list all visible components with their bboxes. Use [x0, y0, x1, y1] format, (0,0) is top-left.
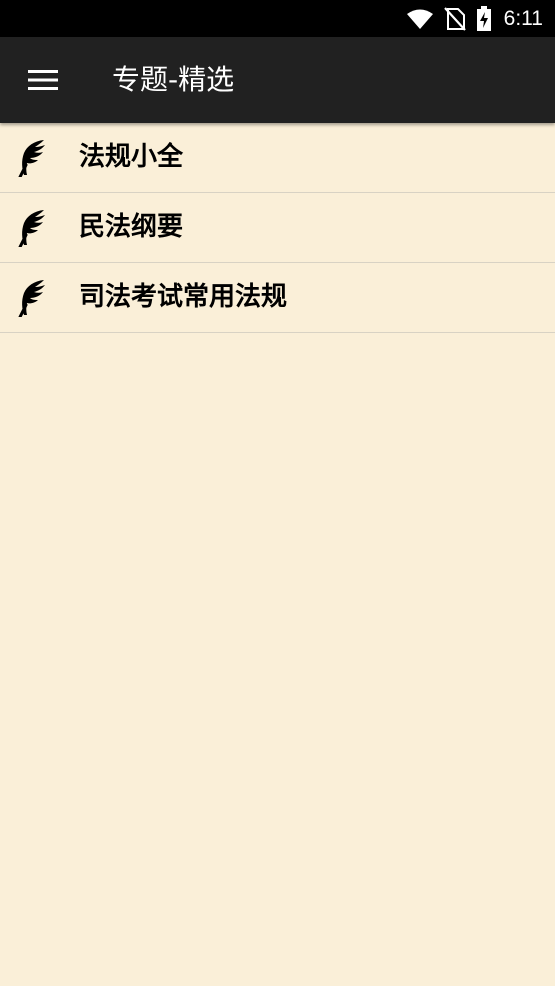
list-item-fagui-xiaoquan[interactable]: 法规小全: [0, 123, 555, 193]
wifi-icon: [406, 9, 433, 29]
topic-list: 法规小全 民法纲要 司法考试常用法规: [0, 123, 555, 333]
list-item-minfa-gangyao[interactable]: 民法纲要: [0, 193, 555, 263]
quill-feather-icon: [18, 140, 45, 177]
list-item-label: 民法纲要: [79, 212, 184, 242]
list-item-sifa-kaoshi[interactable]: 司法考试常用法规: [0, 263, 555, 333]
list-item-label: 司法考试常用法规: [79, 282, 288, 312]
quill-feather-icon: [18, 210, 45, 247]
status-time: 6:11: [503, 6, 543, 30]
menu-button[interactable]: [19, 58, 67, 102]
battery-charging-icon: [476, 5, 491, 31]
page-title: 专题-精选: [112, 63, 235, 96]
status-icons: 6:11: [396, 0, 543, 37]
status-bar: 6:11: [0, 0, 555, 37]
app-bar: 专题-精选: [0, 37, 555, 123]
quill-feather-icon: [18, 280, 45, 317]
hamburger-menu-icon: [28, 70, 58, 90]
no-sim-icon: [443, 6, 466, 31]
list-item-label: 法规小全: [79, 142, 184, 172]
